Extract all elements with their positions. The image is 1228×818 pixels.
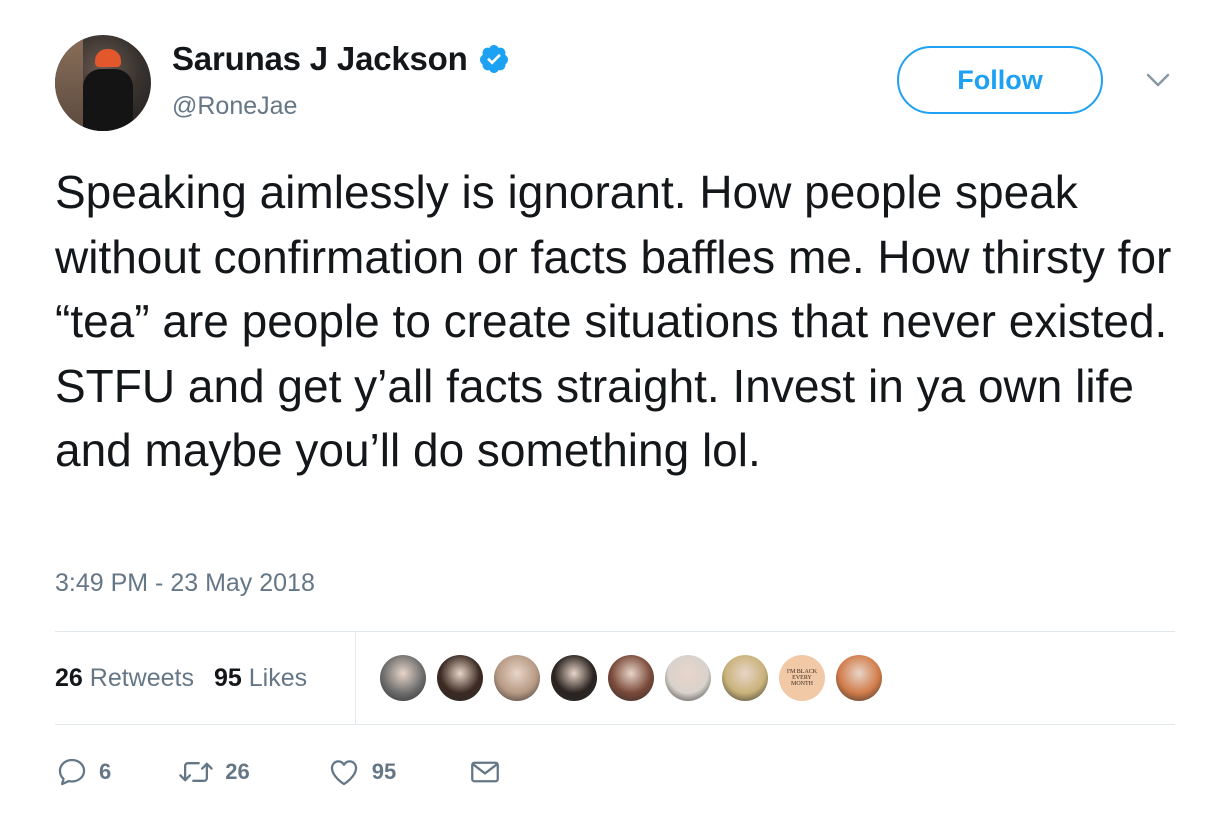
- liker-avatar[interactable]: [380, 655, 426, 701]
- avatar-figure: [83, 69, 133, 131]
- envelope-icon: [471, 761, 500, 783]
- tweet-stats: 26 Retweets 95 Likes: [55, 632, 327, 724]
- liker-avatar[interactable]: [608, 655, 654, 701]
- retweets-stat[interactable]: 26 Retweets: [55, 664, 194, 693]
- liker-avatar[interactable]: [836, 655, 882, 701]
- divider-bottom: [55, 724, 1175, 725]
- likers-avatars: I'M BLACK EVERY MONTH: [380, 655, 893, 701]
- liker-avatar[interactable]: I'M BLACK EVERY MONTH: [779, 655, 825, 701]
- tweet-timestamp[interactable]: 3:49 PM - 23 May 2018: [55, 569, 315, 598]
- retweets-label: Retweets: [89, 663, 194, 692]
- like-action[interactable]: 95: [326, 755, 396, 789]
- liker-avatar[interactable]: [494, 655, 540, 701]
- avatar-hat: [95, 49, 121, 67]
- reply-icon: [58, 758, 86, 786]
- reply-action[interactable]: 6: [55, 755, 111, 789]
- retweet-count: 26: [225, 759, 250, 784]
- liker-avatar[interactable]: [722, 655, 768, 701]
- avatar-background: [55, 35, 83, 131]
- liker-avatar[interactable]: [551, 655, 597, 701]
- liker-avatar[interactable]: [437, 655, 483, 701]
- chevron-down-icon[interactable]: [1145, 70, 1171, 90]
- heart-icon: [330, 760, 357, 786]
- retweets-count: 26: [55, 663, 83, 692]
- message-action[interactable]: [468, 755, 502, 789]
- author-avatar[interactable]: [55, 35, 151, 131]
- retweet-icon: [179, 762, 214, 782]
- follow-button[interactable]: Follow: [897, 46, 1103, 114]
- tweet-text: Speaking aimlessly is ignorant. How peop…: [55, 166, 1172, 476]
- likes-stat[interactable]: 95 Likes: [214, 664, 307, 693]
- likes-label: Likes: [248, 663, 308, 692]
- author-name-row[interactable]: Sarunas J Jackson: [172, 40, 510, 78]
- like-count: 95: [371, 759, 397, 784]
- stats-separator: [355, 632, 356, 724]
- likes-count: 95: [213, 663, 242, 692]
- liker-avatar[interactable]: [665, 655, 711, 701]
- tweet-actions: 6 26 95: [55, 752, 502, 792]
- author-name[interactable]: Sarunas J Jackson: [172, 40, 468, 78]
- verified-badge-icon: [479, 45, 508, 73]
- author-handle[interactable]: @RoneJae: [172, 92, 297, 121]
- reply-count: 6: [99, 759, 112, 784]
- retweet-action[interactable]: 26: [177, 755, 250, 789]
